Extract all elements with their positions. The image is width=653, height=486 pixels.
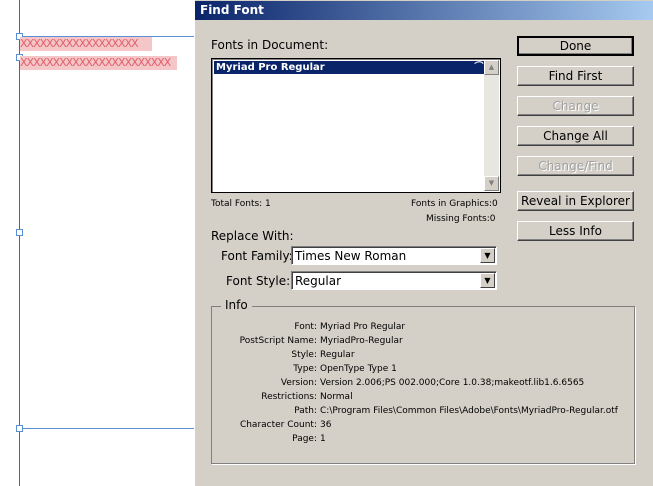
info-value-page: 1 [320, 434, 326, 444]
change-all-button[interactable]: Change All [517, 126, 634, 146]
info-value-character-count: 36 [320, 420, 332, 430]
frame-bottom-edge [19, 428, 195, 429]
chevron-down-icon[interactable]: ▼ [480, 273, 495, 288]
info-value-postscript: MyriadPro-Regular [320, 336, 403, 346]
font-name: Myriad Pro Regular [216, 62, 325, 73]
info-value-version: Version 2.006;PS 002.000;Core 1.0.38;mak… [320, 378, 585, 388]
info-key-version: Version: [280, 378, 317, 388]
missing-font-text-line[interactable]: XXXXXXXXXXXXXXXXXXXXXXX [20, 56, 177, 70]
find-font-dialog: Find Font Fonts in Document: Myriad Pro … [194, 0, 653, 486]
font-family-dropdown[interactable]: Times New Roman ▼ [291, 246, 497, 265]
scroll-down-icon[interactable]: ▼ [484, 176, 499, 191]
fonts-in-document-label: Fonts in Document: [211, 38, 329, 52]
frame-handle-mid-left[interactable] [16, 229, 23, 236]
info-value-path: C:\Program Files\Common Files\Adobe\Font… [320, 406, 618, 416]
fonts-in-graphics-text: Fonts in Graphics:0 [411, 199, 498, 209]
find-first-button[interactable]: Find First [517, 66, 634, 86]
info-key-style: Style: [291, 350, 317, 360]
info-key-postscript: PostScript Name: [239, 336, 317, 346]
info-value-style: Regular [320, 350, 355, 360]
chevron-down-icon[interactable]: ▼ [480, 248, 495, 263]
less-info-button[interactable]: Less Info [517, 221, 634, 241]
scroll-up-icon[interactable]: ▲ [484, 60, 499, 75]
font-family-value: Times New Roman [295, 249, 407, 263]
reveal-in-explorer-button[interactable]: Reveal in Explorer [517, 191, 634, 211]
font-style-value: Regular [295, 274, 342, 288]
info-key-path: Path: [294, 406, 317, 416]
info-value-font: Myriad Pro Regular [320, 322, 406, 332]
info-group-title: Info [221, 298, 252, 312]
info-value-type: OpenType Type 1 [320, 364, 397, 374]
missing-fonts-text: Missing Fonts:0 [426, 214, 496, 224]
dialog-title-bar[interactable]: Find Font [195, 1, 653, 20]
frame-handle-bottom-left[interactable] [16, 425, 23, 432]
font-style-label: Font Style: [226, 274, 291, 288]
document-canvas[interactable]: XXXXXXXXXXXXXXXXXX XXXXXXXXXXXXXXXXXXXXX… [0, 0, 195, 486]
change-button[interactable]: Change [517, 96, 634, 116]
info-key-restrictions: Restrictions: [261, 392, 317, 402]
info-key-character-count: Character Count: [239, 420, 317, 430]
opentype-icon: ⌒ [472, 62, 482, 72]
total-fonts-text: Total Fonts: 1 [211, 199, 271, 209]
vertical-scrollbar[interactable]: ▲ ▼ [484, 60, 499, 191]
missing-font-text-line[interactable]: XXXXXXXXXXXXXXXXXX [20, 37, 152, 51]
font-style-dropdown[interactable]: Regular ▼ [291, 271, 497, 290]
info-key-font: Font: [294, 322, 317, 332]
font-family-label: Font Family: [221, 249, 293, 263]
info-key-type: Type: [293, 364, 317, 374]
list-item[interactable]: Myriad Pro Regular ⌒ [214, 61, 484, 74]
info-value-restrictions: Normal [320, 392, 353, 402]
fonts-list[interactable]: Myriad Pro Regular ⌒ ▲ ▼ [211, 58, 501, 193]
margin-guide [19, 0, 20, 486]
change-find-button[interactable]: Change/Find [517, 156, 634, 176]
done-button[interactable]: Done [517, 36, 634, 56]
replace-with-label: Replace With: [211, 229, 294, 243]
info-key-page: Page: [292, 434, 317, 444]
